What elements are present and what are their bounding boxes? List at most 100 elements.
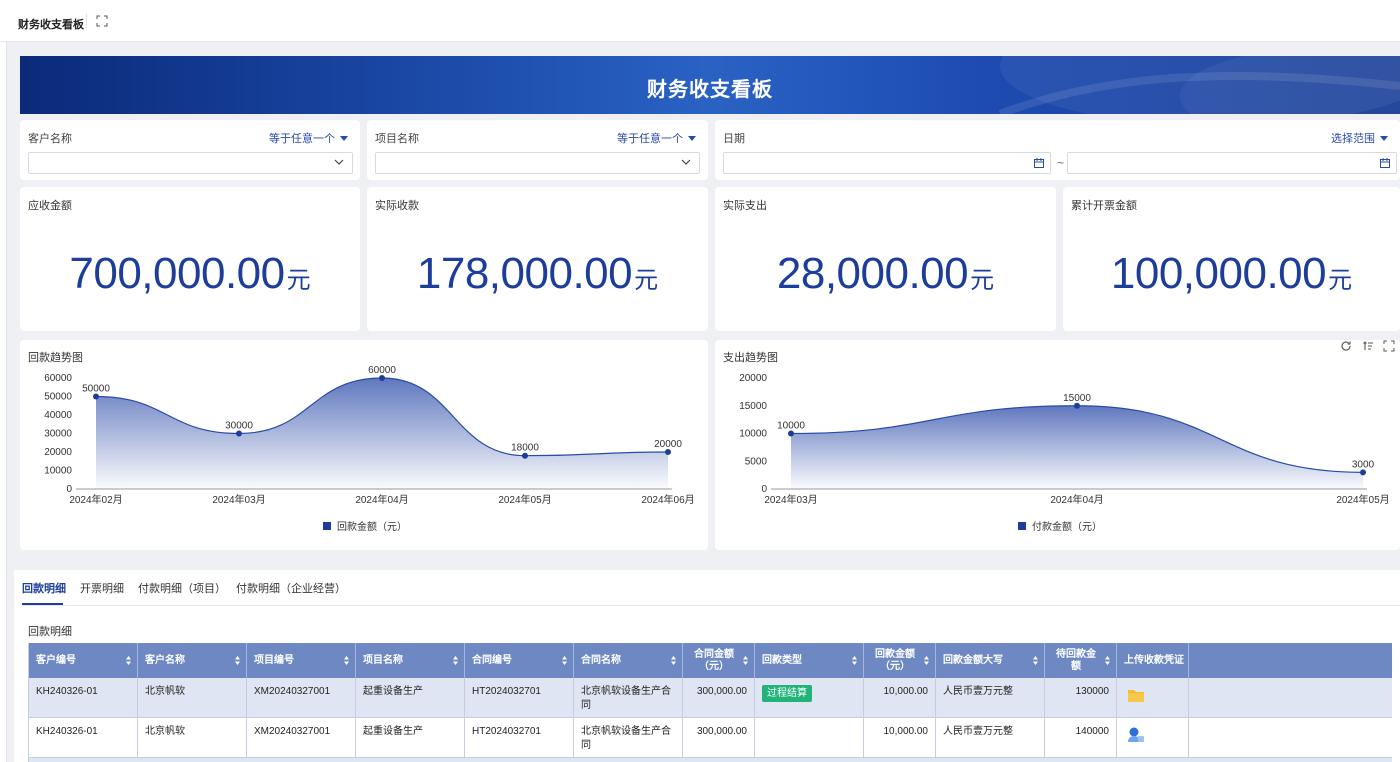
column-header[interactable]: 待回款金额	[1045, 643, 1117, 678]
sort-icon[interactable]	[344, 656, 349, 665]
sort-icon[interactable]	[924, 656, 929, 665]
column-header[interactable]: 合同名称	[574, 643, 683, 678]
sort-icon[interactable]	[1105, 656, 1110, 665]
filter-operator-dropdown[interactable]: 等于任意一个	[269, 130, 348, 146]
date-start-input[interactable]	[723, 152, 1051, 174]
column-header[interactable]: 项目编号	[247, 643, 356, 678]
folder-icon[interactable]	[1127, 686, 1145, 704]
status-badge: 过程结算	[762, 685, 812, 702]
series-area	[791, 405, 1363, 489]
table-row[interactable]: KH240326-01 北京帆软 XM20240327001 起重设备生产 HT2024…	[29, 718, 1392, 758]
legend-swatch[interactable]	[323, 522, 331, 530]
kpi-number: 28,000.00	[776, 249, 969, 298]
column-header[interactable]: 合同编号	[465, 643, 574, 678]
y-tick-label: 5000	[745, 456, 768, 467]
column-header[interactable]: 项目名称	[356, 643, 465, 678]
table-cell[interactable]	[1117, 678, 1189, 718]
section-title: 回款明细	[28, 626, 72, 638]
table-row[interactable]	[29, 758, 1392, 762]
table-row[interactable]: KH240326-01 北京帆软 XM20240327001 起重设备生产 HT2024…	[29, 678, 1392, 718]
legend-label[interactable]: 回款金额（元）	[337, 520, 407, 533]
sort-icon[interactable]	[562, 656, 567, 665]
table-cell	[755, 718, 864, 758]
table-cell: 130000	[1045, 678, 1117, 718]
tab-payment-detail-operations[interactable]: 付款明细（企业经营）	[236, 580, 346, 596]
kpi-unit: 元	[970, 267, 995, 294]
legend-label[interactable]: 付款金额（元）	[1032, 520, 1102, 533]
user-upload-icon[interactable]	[1127, 726, 1145, 744]
top-bar: 财务收支看板	[0, 0, 1400, 42]
filter-label: 日期	[723, 133, 745, 145]
payments-trend-chart[interactable]: 0 5000 10000 15000 20000 10000 2024年03月 15000 20…	[715, 340, 1400, 550]
column-header[interactable]: 回款金额大写	[936, 643, 1045, 678]
x-tick-label: 2024年06月	[641, 493, 694, 506]
table-cell: 北京帆软	[138, 718, 247, 758]
column-header-label: 上传收款凭证	[1124, 654, 1184, 666]
filter-operator-dropdown[interactable]: 选择范围	[1331, 130, 1388, 146]
sort-icon[interactable]	[453, 656, 458, 665]
legend-swatch[interactable]	[1018, 522, 1026, 530]
sort-icon[interactable]	[852, 656, 857, 665]
column-header-label: 合同编号	[472, 654, 512, 666]
kpi-value: 100,000.00元	[1063, 249, 1400, 299]
receipts-trend-chart[interactable]: 0 10000 20000 30000 40000 50000 60000 50000 2024…	[20, 340, 708, 550]
sort-icon[interactable]	[743, 656, 748, 665]
data-label: 3000	[1352, 459, 1375, 470]
table-cell: XM20240327001	[247, 718, 356, 758]
y-tick-label: 40000	[44, 410, 72, 421]
data-label: 50000	[82, 384, 110, 395]
page-tab-title[interactable]: 财务收支看板	[18, 16, 84, 32]
tab-payment-detail-project[interactable]: 付款明细（项目）	[138, 580, 226, 596]
tab-invoice-detail[interactable]: 开票明细	[80, 580, 124, 596]
kpi-unit: 元	[286, 267, 311, 294]
customer-select[interactable]	[28, 152, 353, 174]
column-header-label: 合同名称	[581, 654, 621, 666]
column-header[interactable]: 客户名称	[138, 643, 247, 678]
filter-customer: 客户名称 等于任意一个	[20, 120, 360, 180]
tab-receipt-detail[interactable]: 回款明细	[22, 580, 66, 596]
table-cell[interactable]	[1117, 718, 1189, 758]
kpi-label: 实际支出	[723, 200, 767, 212]
table-cell: 北京帆软设备生产合同	[574, 678, 683, 718]
table-cell: 过程结算	[755, 678, 864, 718]
fullscreen-icon[interactable]	[96, 15, 108, 27]
column-header[interactable]: 回款类型	[755, 643, 864, 678]
tab-divider	[22, 605, 1400, 606]
data-label: 60000	[368, 365, 396, 376]
date-end-input[interactable]	[1067, 152, 1397, 174]
column-header[interactable]: 回款金额（元）	[864, 643, 936, 678]
y-tick-label: 60000	[44, 373, 72, 384]
column-header-label: 项目编号	[254, 654, 294, 666]
y-tick-label: 20000	[739, 373, 767, 384]
project-select[interactable]	[375, 152, 700, 174]
kpi-number: 178,000.00	[416, 249, 633, 298]
date-range-separator: ~	[1057, 156, 1065, 170]
kpi-card-expense: 实际支出 28,000.00元	[715, 187, 1056, 331]
receipt-detail-table: 客户编号 客户名称 项目编号 项目名称 合同编号 合同名称 合同金额（元） 回款类型 回款金额（…	[28, 643, 1392, 762]
table-cell: 人民币壹万元整	[936, 678, 1045, 718]
kpi-label: 应收金额	[28, 200, 72, 212]
sort-icon[interactable]	[671, 656, 676, 665]
sort-icon[interactable]	[235, 656, 240, 665]
kpi-card-received: 实际收款 178,000.00元	[367, 187, 708, 331]
column-header[interactable]: 客户编号	[29, 643, 138, 678]
sort-icon[interactable]	[126, 656, 131, 665]
table-cell: HT2024032701	[465, 718, 574, 758]
calendar-icon	[1380, 158, 1390, 168]
kpi-label: 累计开票金额	[1071, 200, 1137, 212]
table-cell: XM20240327001	[247, 678, 356, 718]
sort-icon[interactable]	[1033, 656, 1038, 665]
y-tick-label: 20000	[44, 447, 72, 458]
x-tick-label: 2024年02月	[69, 493, 122, 506]
data-label: 20000	[654, 439, 682, 450]
kpi-value: 700,000.00元	[20, 249, 360, 299]
column-header-label: 待回款金额	[1056, 648, 1096, 672]
table-cell: 人民币壹万元整	[936, 718, 1045, 758]
y-tick-label: 10000	[739, 429, 767, 440]
filter-operator-dropdown[interactable]: 等于任意一个	[617, 130, 696, 146]
kpi-label: 实际收款	[375, 200, 419, 212]
column-header[interactable]: 合同金额（元）	[683, 643, 755, 678]
x-tick-label: 2024年03月	[764, 493, 817, 506]
column-header[interactable]: 上传收款凭证	[1117, 643, 1189, 678]
kpi-value: 28,000.00元	[715, 249, 1056, 299]
